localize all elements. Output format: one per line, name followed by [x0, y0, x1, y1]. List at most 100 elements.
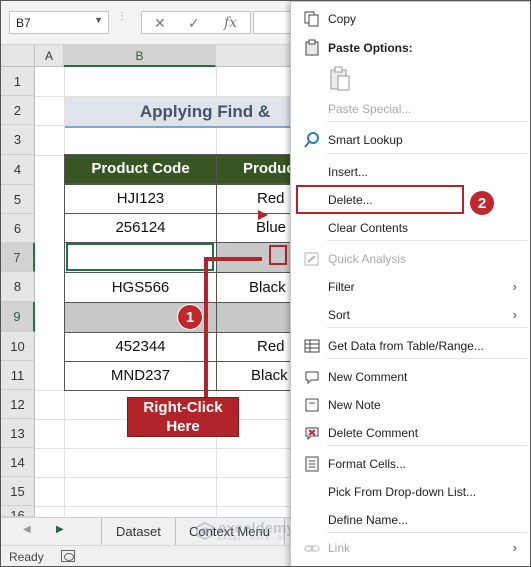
menu-item-sort[interactable]: Sort › [291, 301, 530, 329]
menu-item-define-name[interactable]: Define Name... [291, 506, 530, 534]
annotation-connector [204, 257, 262, 261]
menu-label: Define Name... [328, 513, 409, 527]
cancel-icon[interactable]: ✕ [154, 15, 166, 32]
sheet-tab-dataset[interactable]: Dataset [101, 518, 176, 545]
chevron-down-icon[interactable]: ▼ [94, 15, 103, 25]
row-header-16[interactable]: 16 [1, 506, 35, 517]
table-header-product-code[interactable]: Product Code [64, 154, 217, 184]
menu-item-paste-special[interactable]: Paste Special... [291, 95, 530, 123]
copy-icon [304, 11, 319, 27]
annotation-connector [204, 257, 208, 398]
menu-separator [327, 445, 527, 446]
right-click-text: Right-Click [143, 399, 223, 416]
insert-function-button[interactable]: fx [224, 15, 237, 31]
row-header-1[interactable]: 1 [1, 67, 35, 96]
column-header-b[interactable]: B [64, 45, 216, 67]
row-header-8[interactable]: 8 [1, 272, 35, 302]
table-icon [304, 339, 320, 353]
menu-item-copy[interactable]: Copy [291, 5, 530, 33]
name-box[interactable]: B7 ▼ [9, 11, 109, 34]
menu-item-quick-analysis[interactable]: Quick Analysis [291, 245, 530, 273]
menu-separator [327, 121, 527, 122]
link-icon [304, 545, 320, 552]
row-header-5[interactable]: 5 [1, 185, 35, 214]
tab-scroll-right-icon[interactable]: ▶ [56, 524, 64, 535]
row-header-15[interactable]: 15 [1, 477, 35, 506]
table-cell[interactable]: 256124 [64, 213, 217, 243]
menu-item-get-data[interactable]: Get Data from Table/Range... [291, 332, 530, 360]
menu-item-filter[interactable]: Filter › [291, 273, 530, 301]
active-cell-b7[interactable] [66, 243, 214, 271]
format-cells-icon [305, 456, 319, 472]
row-header-14[interactable]: 14 [1, 448, 35, 477]
step-2-badge: 2 [469, 190, 495, 216]
enter-icon[interactable]: ✓ [188, 15, 200, 32]
menu-item-insert[interactable]: Insert... [291, 158, 530, 186]
table-cell[interactable]: Red [216, 332, 296, 362]
row-header-12[interactable]: 12 [1, 390, 35, 419]
row-header-2[interactable]: 2 [1, 96, 35, 125]
select-all-corner[interactable] [1, 45, 35, 67]
formula-input[interactable] [253, 11, 293, 34]
menu-label: Clear Contents [328, 221, 409, 235]
menu-label: Paste Options: [328, 41, 413, 55]
table-cell[interactable]: Black [216, 272, 296, 303]
menu-label: Filter [328, 280, 355, 294]
menu-separator [327, 327, 527, 328]
row-header-6[interactable]: 6 [1, 214, 35, 243]
row-header-7[interactable]: 7 [1, 243, 35, 272]
row-header-11[interactable]: 11 [1, 361, 35, 390]
menu-item-link[interactable]: Link › [291, 534, 530, 562]
menu-label: Copy [328, 12, 357, 26]
menu-item-smart-lookup[interactable]: Smart Lookup [291, 126, 530, 154]
table-cell[interactable]: Red [216, 184, 296, 214]
chevron-right-icon: › [512, 307, 517, 322]
accessibility-icon[interactable] [61, 550, 75, 562]
excel-window: B7 ▼ ⋮ ✕ ✓ fx A B 1 2 3 4 5 6 7 8 9 10 1… [0, 0, 531, 567]
table-cell[interactable]: HGS566 [64, 272, 217, 303]
column-header-a[interactable]: A [35, 45, 64, 67]
menu-label: Insert... [328, 165, 369, 179]
menu-label: Delete Comment [328, 426, 419, 440]
chevron-right-icon: › [512, 540, 517, 555]
menu-separator [327, 358, 527, 359]
menu-item-paste-options: Paste Options: [291, 34, 530, 62]
menu-item-clear-contents[interactable]: Clear Contents [291, 214, 530, 242]
row-header-10[interactable]: 10 [1, 332, 35, 361]
menu-item-delete-comment[interactable]: Delete Comment [291, 419, 530, 447]
menu-separator [327, 153, 527, 154]
row-header-3[interactable]: 3 [1, 125, 35, 155]
menu-label: Paste Special... [328, 102, 412, 116]
menu-separator [327, 240, 527, 241]
delete-comment-icon [305, 427, 319, 441]
row-header-13[interactable]: 13 [1, 419, 35, 448]
table-cell[interactable]: HJI123 [64, 184, 217, 214]
menu-item-format-cells[interactable]: Format Cells... [291, 450, 530, 478]
paste-icon [305, 39, 319, 56]
name-box-value: B7 [16, 16, 31, 30]
table-cell-blank[interactable] [216, 302, 296, 333]
row-header-9[interactable]: 9 [1, 302, 35, 332]
new-comment-icon [305, 371, 319, 385]
menu-item-new-comment[interactable]: New Comment [291, 363, 530, 391]
here-text: Here [166, 418, 200, 435]
formula-buttons: ✕ ✓ fx [141, 11, 251, 34]
step-1-badge: 1 [177, 304, 203, 330]
menu-item-pick-from-list[interactable]: Pick From Drop-down List... [291, 478, 530, 506]
tab-scroll-left-icon[interactable]: ◀ [23, 524, 31, 535]
search-icon [304, 132, 319, 148]
table-cell[interactable]: Blue [216, 213, 296, 243]
menu-label: New Note [328, 398, 381, 412]
row-header-4[interactable]: 4 [1, 155, 35, 185]
menu-label: Sort [328, 308, 351, 322]
table-cell[interactable]: 452344 [64, 332, 217, 362]
sheet-tab-context-menu[interactable]: Context Menu [175, 518, 285, 545]
paste-clipboard-icon[interactable] [329, 66, 351, 92]
table-cell[interactable]: MND237 [64, 361, 217, 391]
more-options-icon[interactable]: ⋮ [115, 12, 129, 29]
menu-item-new-note[interactable]: New Note [291, 391, 530, 419]
status-ready: Ready [9, 550, 44, 564]
menu-label: Link [328, 541, 351, 555]
table-cell[interactable]: Black [216, 361, 296, 391]
table-header-product[interactable]: Produc [216, 154, 296, 184]
